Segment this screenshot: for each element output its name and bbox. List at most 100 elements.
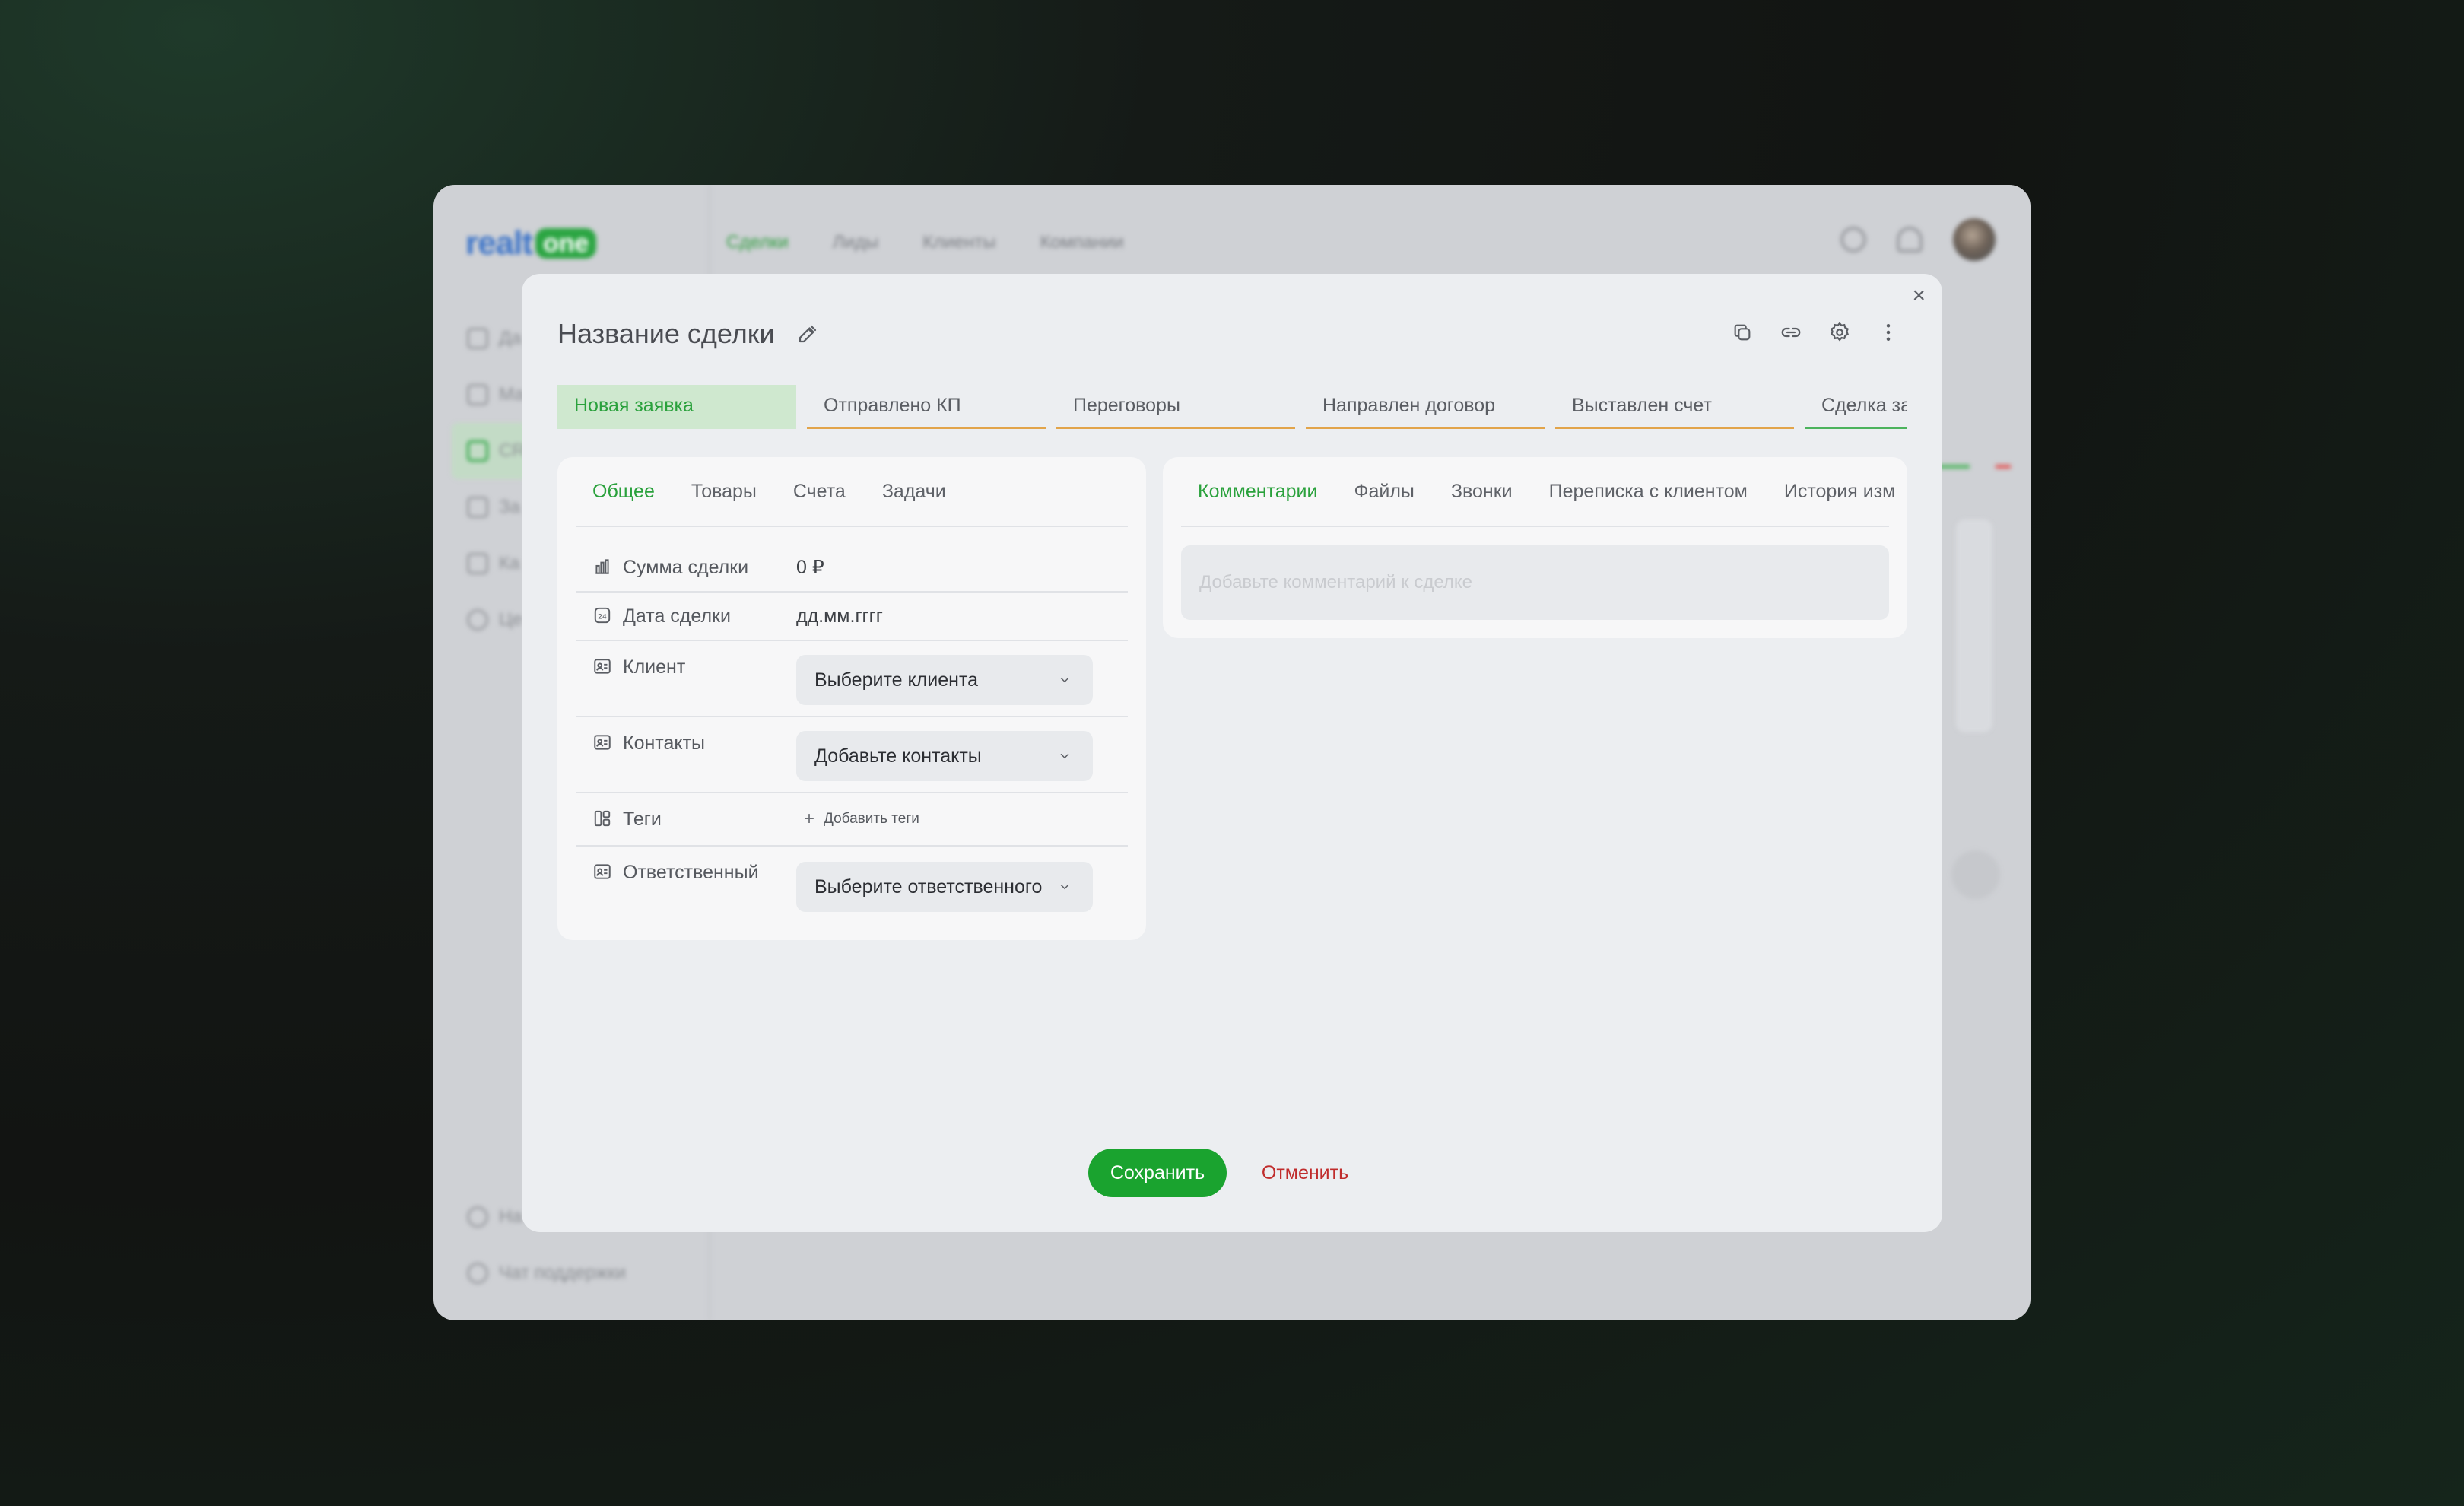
sidebar-item: Це <box>467 592 528 648</box>
modal-header: Название сделки <box>557 318 819 350</box>
nav-leads: Лиды <box>832 232 879 253</box>
add-tags-label: Добавить теги <box>824 811 919 827</box>
stage-deal-closed[interactable]: Сделка зак <box>1805 385 1907 429</box>
edit-icon[interactable] <box>796 322 819 345</box>
contact-card-icon <box>594 864 611 879</box>
nav-clients: Клиенты <box>922 232 996 253</box>
chart-icon <box>467 384 488 405</box>
header-toolbar <box>1729 319 1901 345</box>
field-contacts-label: Контакты <box>576 732 796 792</box>
stage-contract-sent[interactable]: Направлен договор <box>1306 385 1545 429</box>
tab-general[interactable]: Общее <box>592 481 655 503</box>
field-amount-label: Сумма сделки <box>576 557 796 579</box>
activity-card: Комментарии Файлы Звонки Переписка с кли… <box>1163 457 1907 638</box>
save-button[interactable]: Сохранить <box>1088 1149 1227 1197</box>
responsible-select[interactable]: Выберите ответственного <box>796 862 1093 912</box>
contacts-select[interactable]: Добавьте контакты <box>796 731 1093 781</box>
tab-products[interactable]: Товары <box>691 481 757 503</box>
logo-realt-text: realt <box>465 224 533 262</box>
bar-chart-icon <box>595 558 609 574</box>
app-top-icons <box>1840 218 1996 261</box>
chevron-down-icon <box>1060 678 1069 683</box>
tab-files[interactable]: Файлы <box>1354 481 1414 503</box>
nav-companies: Компании <box>1040 232 1124 253</box>
next-arrow-button <box>1951 850 2000 899</box>
target-icon <box>467 609 488 631</box>
contacts-select-value: Добавьте контакты <box>814 745 982 767</box>
field-date-label: 24 Дата сделки <box>576 605 796 628</box>
sidebar-item: За <box>467 479 528 535</box>
progress-line-red <box>1996 465 2011 469</box>
sidebar-item-label: Ма <box>499 384 525 405</box>
field-client: Клиент Выберите клиента <box>576 641 1128 717</box>
logo-one-badge: one <box>535 228 597 259</box>
deal-modal: × Название сделки Новая заявка Отправлен… <box>522 274 1942 1232</box>
sidebar-item: Чат поддержки <box>467 1245 626 1301</box>
field-label-text: Ответственный <box>623 862 759 883</box>
bell-icon <box>1897 227 1923 253</box>
field-client-label: Клиент <box>576 656 796 716</box>
sidebar-item: Да <box>467 310 528 367</box>
sidebar-item-label: За <box>499 497 520 517</box>
tags-icon <box>594 810 611 826</box>
field-date: 24 Дата сделки дд.мм.гггг <box>576 593 1128 641</box>
page-title: Название сделки <box>557 318 775 349</box>
stage-invoice-issued[interactable]: Выставлен счет <box>1555 385 1794 429</box>
crm-icon <box>467 440 488 462</box>
calendar-icon <box>467 553 488 574</box>
svg-text:24: 24 <box>598 612 607 621</box>
settings-icon <box>467 1206 488 1228</box>
tab-tasks[interactable]: Задачи <box>882 481 946 503</box>
stage-new-request[interactable]: Новая заявка <box>557 385 796 429</box>
field-responsible: Ответственный Выберите ответственного <box>576 847 1128 923</box>
field-label-text: Теги <box>623 808 662 830</box>
app-top-nav: Сделки Лиды Клиенты Компании <box>726 232 1124 253</box>
details-tabs: Общее Товары Счета Задачи <box>576 457 1128 527</box>
copy-icon[interactable] <box>1729 319 1755 345</box>
deal-details-card: Общее Товары Счета Задачи Сумма сделки 0… <box>557 457 1146 940</box>
field-label-text: Контакты <box>623 732 705 754</box>
sidebar-item: Ма <box>467 367 528 423</box>
amount-value[interactable]: 0 ₽ <box>796 556 824 579</box>
field-label-text: Сумма сделки <box>623 556 749 578</box>
field-amount: Сумма сделки 0 ₽ <box>576 544 1128 593</box>
sidebar-item-label: Чат поддержки <box>499 1263 626 1283</box>
sidebar-item-label: Це <box>499 609 523 630</box>
field-contacts: Контакты Добавьте контакты <box>576 717 1128 793</box>
tasks-icon <box>467 497 488 518</box>
more-vertical-icon[interactable] <box>1875 319 1901 345</box>
tab-calls[interactable]: Звонки <box>1451 481 1513 503</box>
sidebar-item: Ка <box>467 535 528 592</box>
support-chat-icon <box>467 1263 488 1284</box>
comment-input[interactable] <box>1181 545 1889 620</box>
tab-invoices[interactable]: Счета <box>793 481 846 503</box>
nav-deals: Сделки <box>726 232 789 253</box>
client-select-value: Выберите клиента <box>814 669 979 691</box>
activity-tabs: Комментарии Файлы Звонки Переписка с кли… <box>1181 457 1895 527</box>
close-icon[interactable]: × <box>1912 284 1926 307</box>
right-action-strip <box>1956 519 1992 732</box>
responsible-select-value: Выберите ответственного <box>814 875 1043 898</box>
date-input[interactable]: дд.мм.гггг <box>796 605 883 628</box>
cancel-button[interactable]: Отменить <box>1252 1149 1358 1197</box>
field-label-text: Клиент <box>623 656 686 678</box>
sidebar-item-label: Ка <box>499 553 520 573</box>
stage-negotiations[interactable]: Переговоры <box>1056 385 1295 429</box>
chevron-down-icon <box>1060 754 1069 759</box>
contact-card-icon <box>594 659 611 674</box>
tab-correspondence[interactable]: Переписка с клиентом <box>1549 481 1748 503</box>
field-tags-label: Теги <box>576 809 796 831</box>
stage-proposal-sent[interactable]: Отправлено КП <box>807 385 1046 429</box>
gear-icon[interactable] <box>1827 319 1853 345</box>
sidebar-item-label: Да <box>499 328 522 348</box>
add-tags-button[interactable]: + Добавить теги <box>796 809 919 830</box>
contact-card-icon <box>594 735 611 750</box>
tab-history[interactable]: История изм <box>1784 481 1896 503</box>
plus-icon: + <box>804 809 815 829</box>
link-icon[interactable] <box>1778 319 1804 345</box>
sidebar-item-label: На <box>499 1206 522 1227</box>
search-icon <box>1840 227 1866 253</box>
app-logo: realt one <box>465 224 597 262</box>
tab-comments[interactable]: Комментарии <box>1198 481 1317 503</box>
client-select[interactable]: Выберите клиента <box>796 655 1093 705</box>
